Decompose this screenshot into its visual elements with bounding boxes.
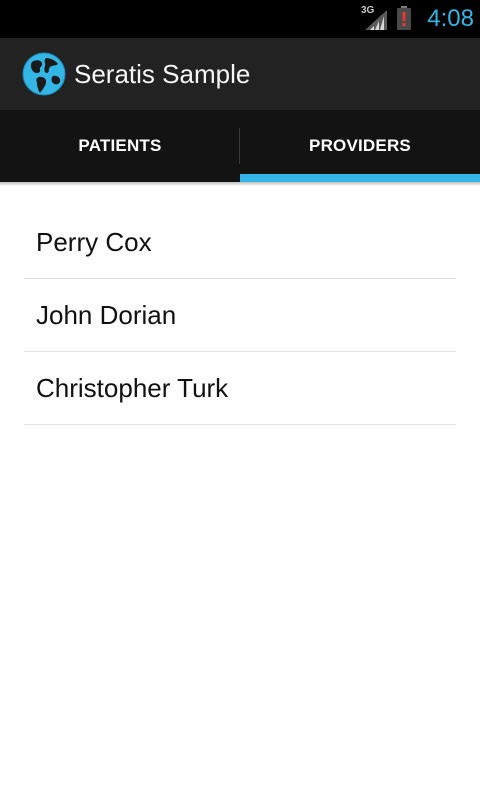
battery-alert-icon bbox=[396, 6, 412, 35]
app-title: Seratis Sample bbox=[74, 59, 251, 89]
list-item[interactable]: Perry Cox bbox=[24, 206, 456, 279]
provider-name: John Dorian bbox=[36, 300, 177, 330]
tab-bar-shadow bbox=[0, 182, 480, 186]
signal-icon: 3G bbox=[361, 6, 387, 30]
list-item[interactable]: John Dorian bbox=[24, 279, 456, 352]
tab-patients[interactable]: PATIENTS bbox=[0, 110, 240, 182]
action-bar: Seratis Sample bbox=[0, 38, 480, 110]
providers-list: Perry Cox John Dorian Christopher Turk bbox=[24, 206, 456, 425]
selected-tab-indicator bbox=[240, 174, 480, 182]
tab-bar: PATIENTS PROVIDERS bbox=[0, 110, 480, 182]
provider-name: Christopher Turk bbox=[36, 373, 229, 403]
status-bar: 3G 4:08 bbox=[0, 0, 480, 38]
list-item[interactable]: Christopher Turk bbox=[24, 352, 456, 425]
globe-icon[interactable] bbox=[22, 52, 66, 96]
provider-name: Perry Cox bbox=[36, 227, 152, 257]
tab-providers[interactable]: PROVIDERS bbox=[240, 110, 480, 182]
clock: 4:08 bbox=[427, 5, 474, 32]
